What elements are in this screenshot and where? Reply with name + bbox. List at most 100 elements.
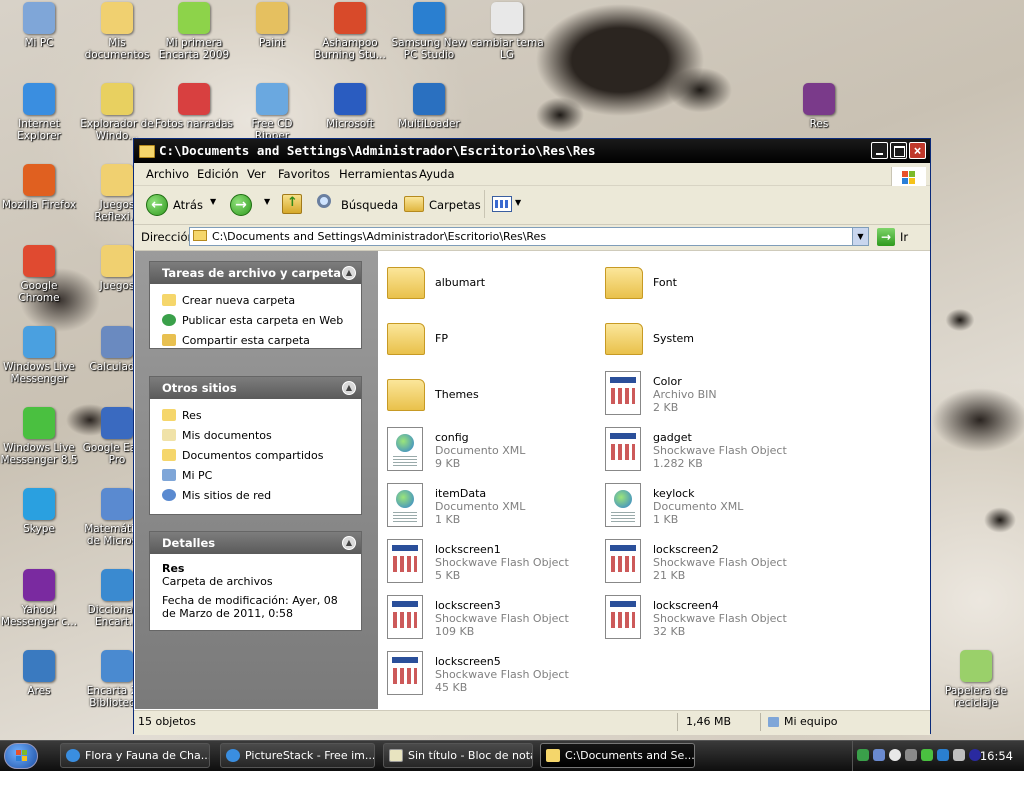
desktop-icon[interactable]: cambiar tema LG — [468, 2, 546, 61]
sync-tray-icon[interactable] — [889, 749, 901, 761]
desktop-icon[interactable]: Mis documentos — [78, 2, 156, 61]
desktop-icon[interactable]: Samsung New PC Studio — [390, 2, 468, 61]
back-dropdown-icon[interactable]: ▼ — [210, 197, 216, 206]
menu-archivo[interactable]: Archivo — [146, 167, 189, 181]
folders-button[interactable]: Carpetas — [429, 198, 481, 212]
desktop-icon[interactable]: Papelera de reciclaje — [937, 650, 1015, 709]
desktop-icon[interactable]: Ares — [0, 650, 78, 697]
views-icon[interactable] — [492, 196, 512, 212]
task-label: Sin título - Bloc de notas — [408, 749, 533, 762]
go-button[interactable]: Ir — [900, 230, 908, 244]
title-bar[interactable]: C:\Documents and Settings\Administrador\… — [134, 139, 930, 163]
desktop-icon[interactable]: Paint — [233, 2, 311, 49]
file-name: itemData — [435, 487, 487, 500]
desktop-icon[interactable]: Mi primera Encarta 2009 — [155, 2, 233, 61]
file-tasks-header[interactable]: Tareas de archivo y carpeta — [150, 262, 361, 284]
file-item[interactable]: albumart — [387, 259, 597, 311]
menu-ayuda[interactable]: Ayuda — [419, 167, 455, 181]
network-tray-icon[interactable] — [873, 749, 885, 761]
file-item[interactable]: lockscreen4 Shockwave Flash Object 32 KB — [605, 595, 815, 647]
back-button[interactable]: Atrás — [173, 198, 203, 212]
place-shared-documents[interactable]: Documentos compartidos — [162, 449, 324, 462]
details-header[interactable]: Detalles — [150, 532, 361, 554]
file-item[interactable]: lockscreen2 Shockwave Flash Object 21 KB — [605, 539, 815, 591]
forward-dropdown-icon[interactable]: ▼ — [264, 197, 270, 206]
desktop-icon-label: Res — [809, 118, 829, 130]
views-dropdown-icon[interactable]: ▼ — [515, 198, 521, 207]
file-item[interactable]: Font — [605, 259, 815, 311]
start-button[interactable] — [4, 743, 38, 769]
file-item[interactable]: Color Archivo BIN 2 KB — [605, 371, 815, 423]
close-button[interactable]: × — [909, 142, 926, 159]
file-item[interactable]: System — [605, 315, 815, 367]
collapse-icon[interactable]: ▲ — [342, 381, 356, 395]
menu-herramientas[interactable]: Herramientas — [339, 167, 417, 181]
desktop-icon[interactable]: Windows Live Messenger 8.5 — [0, 407, 78, 466]
desktop-icon[interactable]: Microsoft — [311, 83, 389, 130]
other-places-header[interactable]: Otros sitios — [150, 377, 361, 399]
forward-arrow-icon[interactable]: → — [230, 194, 252, 216]
file-item[interactable]: keylock Documento XML 1 KB — [605, 483, 815, 535]
desktop-icon[interactable]: Ashampoo Burning Stu... — [311, 2, 389, 61]
file-item[interactable]: config Documento XML 9 KB — [387, 427, 597, 479]
messenger-tray-icon[interactable] — [857, 749, 869, 761]
task-button-browser[interactable]: Flora y Fauna de Cha... — [60, 743, 210, 768]
menu-ver[interactable]: Ver — [247, 167, 266, 181]
desktop-icon[interactable]: Explorador de Windo... — [78, 83, 156, 142]
desktop-icon[interactable]: Mi PC — [0, 2, 78, 49]
file-item[interactable]: FP — [387, 315, 597, 367]
computer-icon — [768, 717, 779, 727]
tool-tray-icon[interactable] — [905, 749, 917, 761]
desktop-icon[interactable]: MultiLoader — [390, 83, 468, 130]
task-button-picturestack[interactable]: PictureStack - Free im... — [220, 743, 375, 768]
desktop-icon[interactable]: Mozilla Firefox — [0, 164, 78, 211]
up-folder-icon[interactable]: ↑ — [282, 194, 302, 214]
back-arrow-icon[interactable]: ← — [146, 194, 168, 216]
collapse-icon[interactable]: ▲ — [342, 536, 356, 550]
file-item[interactable]: lockscreen3 Shockwave Flash Object 109 KB — [387, 595, 597, 647]
desktop-icon[interactable]: Skype — [0, 488, 78, 535]
task-publish-web[interactable]: Publicar esta carpeta en Web — [162, 314, 343, 327]
bluetooth-tray-icon[interactable] — [937, 749, 949, 761]
shield-tray-icon[interactable] — [921, 749, 933, 761]
task-create-folder[interactable]: Crear nueva carpeta — [162, 294, 295, 307]
minimize-button[interactable] — [871, 142, 888, 159]
address-field[interactable]: C:\Documents and Settings\Administrador\… — [189, 227, 869, 246]
desktop-icon[interactable]: Res — [780, 83, 858, 130]
address-dropdown-icon[interactable]: ▼ — [852, 228, 868, 245]
desktop-icon[interactable]: Google Chrome — [0, 245, 78, 304]
clock: 16:54 — [979, 749, 1013, 763]
place-res[interactable]: Res — [162, 409, 202, 422]
place-my-computer[interactable]: Mi PC — [162, 469, 212, 482]
folders-icon[interactable] — [404, 196, 424, 212]
file-item[interactable]: lockscreen5 Shockwave Flash Object 45 KB — [387, 651, 597, 703]
search-icon[interactable] — [317, 194, 331, 208]
file-item[interactable]: itemData Documento XML 1 KB — [387, 483, 597, 535]
place-my-documents[interactable]: Mis documentos — [162, 429, 272, 442]
maximize-button[interactable] — [890, 142, 907, 159]
folder-icon — [193, 230, 207, 241]
desktop-icon[interactable]: Windows Live Messenger — [0, 326, 78, 385]
place-network[interactable]: Mis sitios de red — [162, 489, 271, 502]
file-item[interactable]: gadget Shockwave Flash Object 1.282 KB — [605, 427, 815, 479]
file-text: Themes — [435, 388, 479, 401]
desktop-icon[interactable]: Free CD Ripper — [233, 83, 311, 142]
desktop-shortcut-icon — [23, 569, 55, 601]
menu-edicion[interactable]: Edición — [197, 167, 239, 181]
task-button-notepad[interactable]: Sin título - Bloc de notas — [383, 743, 533, 768]
task-button-explorer[interactable]: C:\Documents and Se... — [540, 743, 695, 768]
volume-tray-icon[interactable] — [953, 749, 965, 761]
collapse-icon[interactable]: ▲ — [342, 266, 356, 280]
desktop-icon[interactable]: Fotos narradas — [155, 83, 233, 130]
desktop-icon[interactable]: Internet Explorer — [0, 83, 78, 142]
menu-favoritos[interactable]: Favoritos — [278, 167, 330, 181]
file-item[interactable]: lockscreen1 Shockwave Flash Object 5 KB — [387, 539, 597, 591]
search-button[interactable]: Búsqueda — [341, 198, 398, 212]
task-share-folder[interactable]: Compartir esta carpeta — [162, 334, 310, 347]
task-label: Flora y Fauna de Cha... — [85, 749, 210, 762]
file-item[interactable]: Themes — [387, 371, 597, 423]
desktop-icon[interactable]: Yahoo! Messenger c... — [0, 569, 78, 628]
file-name: config — [435, 431, 469, 444]
desktop-shortcut-icon — [23, 245, 55, 277]
go-arrow-icon[interactable]: → — [877, 228, 895, 246]
